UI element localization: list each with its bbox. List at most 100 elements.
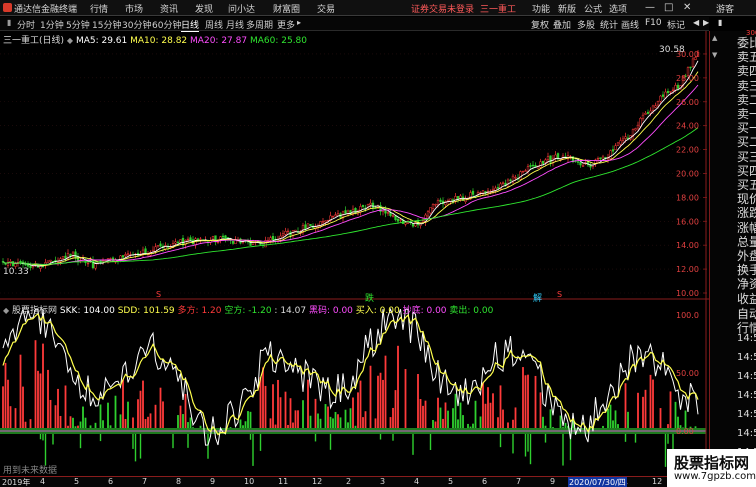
- panel-arrow-icon[interactable]: ▼: [712, 51, 717, 59]
- time-fragment-label: 14:50: [737, 371, 756, 382]
- period-tab[interactable]: 多周期: [246, 18, 273, 31]
- period-tab[interactable]: 5分钟: [66, 18, 90, 31]
- period-tab[interactable]: 分时: [17, 18, 35, 31]
- indicator-bar-red: [2, 386, 4, 431]
- period-tab[interactable]: 15分钟: [92, 18, 121, 31]
- indicator-title[interactable]: 股票指标网: [12, 306, 57, 316]
- candle-down: [224, 235, 227, 239]
- period-tab[interactable]: 60分钟: [152, 18, 181, 31]
- period-tab-active[interactable]: 日线: [181, 18, 200, 32]
- time-fragment-label: 14:50: [737, 409, 756, 420]
- indicator-bar-down: [562, 431, 564, 466]
- ma10-label: MA10: 28.82: [130, 36, 188, 46]
- indicator-bar-red: [42, 343, 44, 431]
- menu-item[interactable]: 发现: [195, 2, 213, 15]
- candle-up: [619, 140, 622, 145]
- period-tab[interactable]: 周线: [205, 18, 223, 31]
- stock-chart[interactable]: 3 0.00 28.00 26.00 24.00 22.00 20.00 18.00 16.00…: [0, 31, 709, 487]
- toolbar-multi-stock[interactable]: 多股: [577, 18, 595, 31]
- indicator-bar-red: [34, 340, 37, 431]
- menu-item[interactable]: 交易: [317, 2, 335, 15]
- candle-up: [124, 254, 127, 257]
- indicator-bar-red: [522, 367, 524, 431]
- indicator-bar-red: [314, 398, 317, 431]
- date-tick-label: 8: [176, 477, 182, 486]
- toolbar-forward-arrow-icon[interactable]: ▶: [703, 18, 709, 27]
- candle-up: [174, 241, 177, 244]
- menu-options[interactable]: 选项: [609, 2, 627, 15]
- date-axis-start: 2019年: [2, 478, 31, 487]
- ma-dropdown-icon[interactable]: ◆: [67, 36, 73, 45]
- menu-item[interactable]: 资讯: [160, 2, 178, 15]
- candle-up: [251, 242, 255, 245]
- indicator-tick-label: 0.00: [676, 427, 694, 436]
- indicator-bar-green: [82, 406, 84, 431]
- toolbar-f10[interactable]: F10: [645, 18, 662, 28]
- indicator-bar-red: [487, 387, 489, 431]
- candle-up: [279, 235, 282, 239]
- indicator-bar-green: [609, 404, 612, 431]
- indicator-bar-red: [392, 407, 394, 431]
- price-tick-label: 10.00: [676, 289, 699, 298]
- toolbar-mark[interactable]: 标记: [667, 18, 685, 31]
- menu-item[interactable]: 财富圈: [273, 2, 300, 15]
- indicator-bar-red: [419, 399, 422, 431]
- more-chevron-icon[interactable]: ▸: [297, 18, 301, 27]
- time-fragment-label: 14:50: [737, 390, 756, 401]
- menu-item[interactable]: 问小达: [228, 2, 255, 15]
- indicator-bar-red: [39, 373, 42, 431]
- indicator-bar-red: [154, 404, 157, 431]
- toolbar-overlay[interactable]: 叠加: [553, 18, 571, 31]
- indicator-bar-red: [482, 382, 484, 431]
- candle-up: [431, 204, 435, 209]
- candle-up: [404, 222, 407, 225]
- indicator-bar-red: [422, 405, 424, 431]
- menu-item[interactable]: 市场: [125, 2, 143, 15]
- indicator-bar-red: [19, 354, 22, 431]
- indicator-bar-red: [22, 386, 24, 431]
- candle-down: [661, 94, 665, 97]
- indicator-bar-red: [539, 392, 542, 431]
- menu-formula[interactable]: 公式: [584, 2, 602, 15]
- candle-down: [531, 164, 535, 167]
- indicator-dropdown-icon[interactable]: ◆: [3, 306, 9, 315]
- period-tab[interactable]: 1分钟: [40, 18, 64, 31]
- candle-up: [426, 211, 430, 217]
- candle-down: [271, 236, 275, 241]
- menu-new[interactable]: 新版: [558, 2, 576, 15]
- panel-top-tag: 300: [746, 29, 756, 37]
- candle-up: [156, 245, 160, 248]
- future-data-note: 用到未来数据: [3, 466, 58, 476]
- candle-up: [656, 101, 660, 106]
- candle-up: [324, 220, 327, 223]
- minimize-icon[interactable]: —: [645, 2, 655, 13]
- panel-toggle-icon[interactable]: ▮: [718, 18, 722, 27]
- menu-item[interactable]: 行情: [90, 2, 108, 15]
- toolbar-draw-line[interactable]: 画线: [621, 18, 639, 31]
- login-status[interactable]: 证券交易未登录: [411, 2, 474, 15]
- toolbar-statistics[interactable]: 统计: [600, 18, 618, 31]
- guest-label[interactable]: 游客: [716, 2, 734, 15]
- toolbar-restore-rights[interactable]: 复权: [531, 18, 549, 31]
- ma60-line: [2, 127, 699, 265]
- candle-up: [61, 256, 65, 259]
- indicator-bar-red: [327, 406, 329, 431]
- candle-up: [639, 118, 642, 127]
- maximize-icon[interactable]: □: [664, 2, 673, 13]
- candle-down: [646, 111, 650, 114]
- period-tab[interactable]: 30分钟: [122, 18, 151, 31]
- candle-down: [29, 265, 32, 268]
- period-tab[interactable]: 月线: [226, 18, 244, 31]
- watermark-title: 股票指标网: [674, 454, 750, 472]
- menu-function[interactable]: 功能: [532, 2, 550, 15]
- indicator-bar-down: [527, 431, 529, 452]
- indicator-bar-green: [344, 409, 347, 431]
- panel-arrow-icon[interactable]: ▲: [712, 34, 717, 42]
- close-icon[interactable]: ✕: [683, 2, 691, 13]
- toolbar-back-arrow-icon[interactable]: ◀: [693, 18, 699, 27]
- candle-down: [471, 190, 475, 195]
- period-tab[interactable]: 更多: [277, 18, 295, 31]
- indicator-bar-red: [652, 379, 654, 431]
- date-tick-label: 9: [550, 477, 556, 486]
- candle-up: [524, 170, 527, 172]
